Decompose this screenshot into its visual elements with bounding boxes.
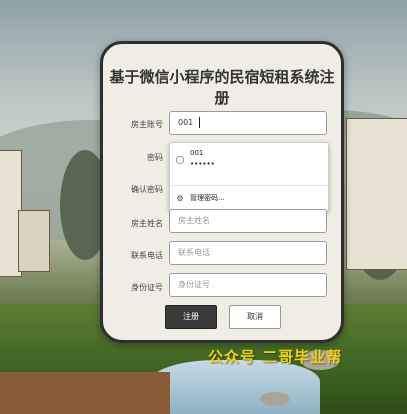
key-icon: ◯	[175, 155, 185, 164]
suggestion-username[interactable]: 001	[190, 149, 203, 157]
idcard-label: 身份证号	[131, 283, 163, 292]
register-button[interactable]: 注册	[165, 305, 217, 329]
account-input[interactable]: 001	[169, 111, 327, 135]
manage-passwords-link[interactable]: 管理密码...	[190, 193, 225, 203]
gear-icon: ⚙	[176, 194, 184, 203]
name-label: 房主姓名	[131, 219, 163, 228]
page-title: 基于微信小程序的民宿短租系统注册	[109, 68, 335, 107]
watermark-text: 公众号 二哥毕业帮	[208, 348, 343, 366]
text-cursor	[199, 117, 201, 128]
name-input[interactable]: 房主姓名	[169, 209, 327, 233]
phone-input[interactable]: 联系电话	[169, 241, 327, 265]
divider	[170, 185, 328, 186]
account-value: 001	[178, 118, 194, 127]
account-label: 房主账号	[131, 120, 163, 129]
suggestion-password[interactable]: ••••••	[190, 160, 215, 168]
phone-label: 联系电话	[131, 251, 163, 260]
confirm-password-label: 确认密码	[131, 185, 163, 194]
password-label: 密码	[147, 153, 163, 162]
idcard-input[interactable]: 身份证号	[169, 273, 327, 297]
autocomplete-popup: ◯ 001 •••••• ⚙ 管理密码...	[169, 142, 329, 212]
cancel-button[interactable]: 取消	[229, 305, 281, 329]
register-card: 基于微信小程序的民宿短租系统注册 房主账号 001 密码 确认密码 ◯ 001 …	[100, 41, 344, 343]
